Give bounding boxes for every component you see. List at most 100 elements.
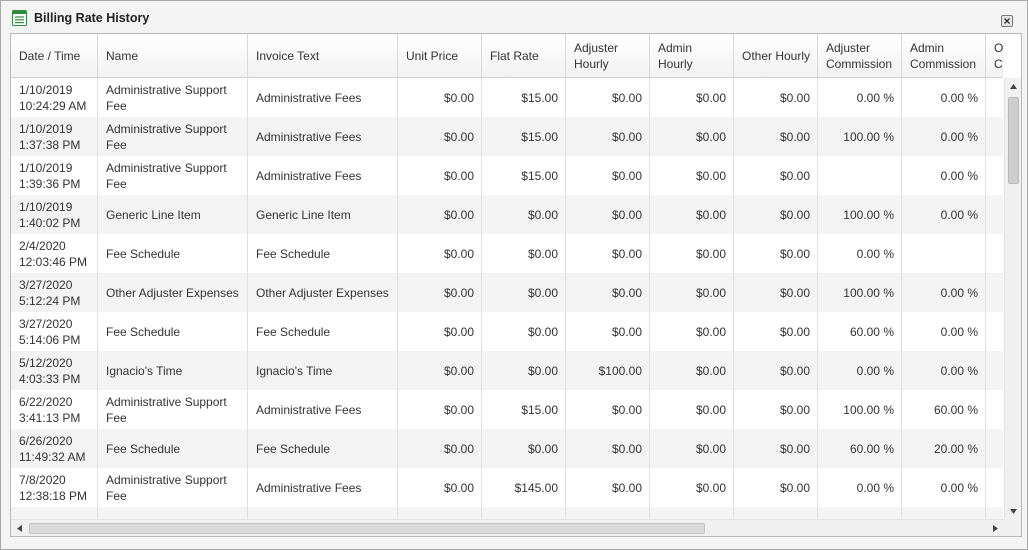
cell-other-commission (986, 156, 1003, 195)
table-row[interactable]: 1/10/2019 1:39:36 PM Administrative Suppo… (11, 156, 1003, 195)
cell-other-hourly: $0.00 (734, 117, 818, 156)
cell-flat-rate: $15.00 (482, 156, 566, 195)
cell-name: Ignacio's Time (98, 351, 248, 390)
cell-admin-commission: 0.00 % (902, 156, 986, 195)
cell-date: 7/8/2020 12:38:18 PM (11, 468, 98, 507)
cell-other-commission (986, 273, 1003, 312)
cell-adjuster-hourly: $0.00 (566, 156, 650, 195)
cell-adjuster-hourly: $0.00 (566, 390, 650, 429)
cell-invoice: Fee Schedule (248, 429, 398, 468)
cell-other-hourly: $0.00 (734, 390, 818, 429)
cell-adjuster-hourly: $0.00 (566, 117, 650, 156)
cell-admin-hourly: $0.00 (650, 468, 734, 507)
cell-admin-commission (902, 234, 986, 273)
column-header-unit-price[interactable]: Unit Price (398, 34, 482, 78)
cell-admin-hourly: $0.00 (650, 390, 734, 429)
cell-other-commission (986, 78, 1003, 117)
column-header-flat-rate[interactable]: Flat Rate (482, 34, 566, 78)
arrow-left-icon (17, 525, 22, 532)
cell-adjuster-hourly: $0.00 (566, 234, 650, 273)
column-header-date[interactable]: Date / Time (11, 34, 98, 78)
cell-name: Administrative Support Fee (98, 390, 248, 429)
arrow-up-icon (1010, 84, 1017, 89)
cell-invoice: Generic Line Item (248, 195, 398, 234)
table-row[interactable]: 2/4/2020 12:03:46 PM Fee Schedule Fee Sche… (11, 234, 1003, 273)
arrow-down-icon (1010, 509, 1017, 514)
cell-unit-price: $0.00 (398, 273, 482, 312)
scroll-up-button[interactable] (1005, 78, 1021, 95)
cell-flat-rate: $0.00 (482, 312, 566, 351)
cell-admin-hourly: $0.00 (650, 78, 734, 117)
column-header-admin-commission[interactable]: Admin Commission (902, 34, 986, 78)
cell-flat-rate: $15.00 (482, 390, 566, 429)
cell-other-hourly: $0.00 (734, 468, 818, 507)
cell-invoice: Fee Schedule (248, 312, 398, 351)
cell-flat-rate: $0.00 (482, 234, 566, 273)
column-header-other-hourly[interactable]: Other Hourly (734, 34, 818, 78)
column-header-adjuster-commission[interactable]: Adjuster Commission (818, 34, 902, 78)
cell-admin-commission: 0.00 % (902, 78, 986, 117)
column-header-adjuster-hourly[interactable]: Adjuster Hourly (566, 34, 650, 78)
cell-other-commission (986, 390, 1003, 429)
cell-other-commission (986, 468, 1003, 507)
cell-flat-rate: $0.00 (482, 195, 566, 234)
cell-adjuster-hourly: $0.00 (566, 468, 650, 507)
cell-unit-price: $0.00 (398, 234, 482, 273)
table-row[interactable]: 6/26/2020 11:49:32 AM Fee Schedule Fee Sch… (11, 429, 1003, 468)
scroll-down-button[interactable] (1005, 503, 1021, 520)
cell-date: 3/27/2020 5:14:06 PM (11, 312, 98, 351)
table-row[interactable]: 3/27/2020 5:14:06 PM Fee Schedule Fee Sche… (11, 312, 1003, 351)
cell-flat-rate: $0.00 (482, 351, 566, 390)
cell-adjuster-commission: 60.00 % (818, 429, 902, 468)
cell-admin-hourly: $0.00 (650, 117, 734, 156)
scroll-right-button[interactable] (987, 520, 1004, 536)
table-row[interactable]: 3/27/2020 5:12:24 PM Other Adjuster Expen… (11, 273, 1003, 312)
cell-date: 3/27/2020 5:12:24 PM (11, 273, 98, 312)
table-row[interactable]: 1/10/2019 1:40:02 PM Generic Line Item Gen… (11, 195, 1003, 234)
cell-name: Administrative Support Fee (98, 78, 248, 117)
cell-admin-hourly: $0.00 (650, 312, 734, 351)
cell-other-commission (986, 429, 1003, 468)
scrollbar-corner (1004, 519, 1021, 536)
scroll-left-button[interactable] (11, 520, 28, 536)
cell-adjuster-commission: 100.00 % (818, 195, 902, 234)
cell-unit-price: $0.00 (398, 78, 482, 117)
vertical-scrollbar[interactable] (1004, 78, 1021, 520)
cell-invoice: Ignacio's Time (248, 351, 398, 390)
close-icon (1004, 18, 1010, 24)
cell-date: 2/4/2020 12:03:46 PM (11, 234, 98, 273)
cell-adjuster-commission: 100.00 % (818, 273, 902, 312)
cell-admin-commission: 0.00 % (902, 195, 986, 234)
cell-admin-commission: 60.00 % (902, 390, 986, 429)
window-titlebar: Billing Rate History (1, 1, 1027, 37)
horizontal-scrollbar[interactable] (11, 519, 1021, 536)
column-header-invoice[interactable]: Invoice Text (248, 34, 398, 78)
cell-other-commission (986, 195, 1003, 234)
column-header-other-commission[interactable]: O C (986, 34, 1003, 78)
cell-admin-hourly: $0.00 (650, 351, 734, 390)
cell-flat-rate: $145.00 (482, 468, 566, 507)
grid-header-row: Date / Time Name Invoice Text Unit Price Fla… (11, 34, 1003, 78)
cell-unit-price: $0.00 (398, 429, 482, 468)
vertical-scroll-thumb[interactable] (1008, 97, 1019, 184)
billing-rate-grid: Date / Time Name Invoice Text Unit Price Fla… (10, 33, 1022, 537)
cell-flat-rate: $15.00 (482, 117, 566, 156)
close-button[interactable] (1001, 15, 1013, 27)
column-header-name[interactable]: Name (98, 34, 248, 78)
cell-adjuster-hourly: $100.00 (566, 351, 650, 390)
cell-adjuster-hourly: $0.00 (566, 78, 650, 117)
cell-adjuster-commission: 0.00 % (818, 468, 902, 507)
table-row[interactable]: 6/22/2020 3:41:13 PM Administrative Suppo… (11, 390, 1003, 429)
cell-admin-commission: 0.00 % (902, 312, 986, 351)
cell-other-commission (986, 351, 1003, 390)
cell-other-hourly: $0.00 (734, 195, 818, 234)
horizontal-scroll-thumb[interactable] (29, 523, 705, 534)
table-row[interactable]: 5/12/2020 4:03:33 PM Ignacio's Time Ignaci… (11, 351, 1003, 390)
table-row[interactable]: 7/8/2020 12:38:18 PM Administrative Suppo… (11, 468, 1003, 507)
cell-other-hourly: $0.00 (734, 273, 818, 312)
cell-invoice: Fee Schedule (248, 234, 398, 273)
column-header-admin-hourly[interactable]: Admin Hourly (650, 34, 734, 78)
table-row[interactable]: 1/10/2019 1:37:38 PM Administrative Suppo… (11, 117, 1003, 156)
table-row[interactable]: 1/10/2019 10:24:29 AM Administrative Supp… (11, 78, 1003, 117)
cell-name: Administrative Support Fee (98, 468, 248, 507)
